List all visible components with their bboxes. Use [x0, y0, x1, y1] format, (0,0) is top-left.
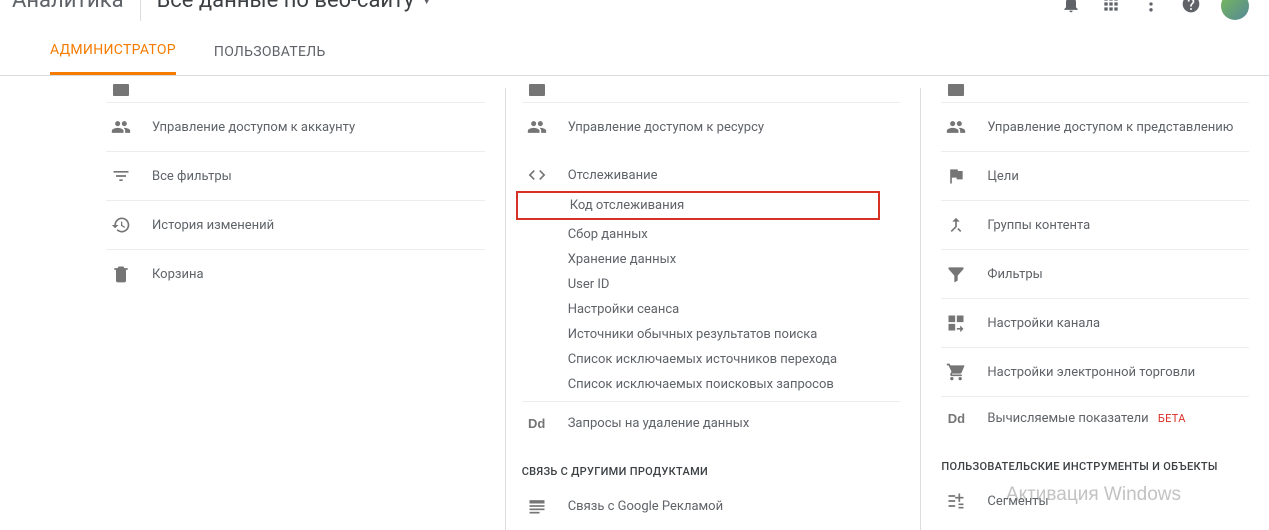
history-icon [106, 215, 136, 235]
trash-icon [106, 264, 136, 284]
vertical-divider [140, 0, 141, 21]
all-filters-item[interactable]: Все фильтры [106, 151, 485, 200]
cart-icon [941, 362, 971, 382]
change-history-item[interactable]: История изменений [106, 200, 485, 249]
dd-icon: Dd [522, 416, 552, 431]
apps-icon[interactable] [1101, 0, 1121, 18]
search-term-exclusion-item[interactable]: Список исключаемых поисковых запросов [568, 372, 901, 397]
account-access-label: Управление доступом к аккаунту [152, 120, 355, 135]
tracking-label: Отслеживание [568, 168, 658, 183]
settings-icon [113, 84, 129, 96]
segments-label: Сегменты [987, 494, 1048, 509]
calc-metrics-text: Вычисляемые показатели [987, 411, 1148, 426]
account-access-item[interactable]: Управление доступом к аккаунту [106, 102, 485, 151]
data-retention-item[interactable]: Хранение данных [568, 247, 901, 272]
view-filters-label: Фильтры [987, 267, 1042, 282]
adwords-icon [522, 496, 552, 516]
code-icon [522, 165, 552, 185]
view-selector-label[interactable]: Все данные по веб-сайту [157, 0, 415, 13]
tracking-sublist: Сбор данных Хранение данных User ID Наст… [522, 222, 901, 397]
organic-sources-item[interactable]: Источники обычных результатов поиска [568, 322, 901, 347]
settings-icon [529, 84, 545, 96]
caret-down-icon[interactable]: ▼ [420, 0, 433, 8]
data-collection-item[interactable]: Сбор данных [568, 222, 901, 247]
data-deletion-item[interactable]: Dd Запросы на удаление данных [522, 401, 901, 445]
trash-label: Корзина [152, 267, 204, 282]
session-settings-item[interactable]: Настройки сеанса [568, 297, 901, 322]
funnel-icon [941, 264, 971, 284]
adwords-link-label: Связь с Google Рекламой [568, 499, 723, 514]
property-access-item[interactable]: Управление доступом к ресурсу [522, 102, 901, 151]
property-top-cut [522, 88, 901, 102]
vert-dots-icon[interactable] [1141, 0, 1161, 18]
personal-tools-section: ПОЛЬЗОВАТЕЛЬСКИЕ ИНСТРУМЕНТЫ И ОБЪЕКТЫ [941, 440, 1249, 477]
property-access-label: Управление доступом к ресурсу [568, 120, 764, 135]
tracking-code-label: Код отслеживания [570, 198, 685, 213]
account-column: Управление доступом к аккаунту Все фильт… [106, 88, 506, 530]
goals-label: Цели [987, 169, 1018, 184]
top-bar: Аналитика Все данные по веб-сайту ▼ [0, 0, 1269, 28]
admin-columns: Управление доступом к аккаунту Все фильт… [0, 76, 1269, 530]
channel-settings-label: Настройки канала [987, 316, 1100, 331]
adwords-link-item[interactable]: Связь с Google Рекламой [522, 482, 901, 530]
calc-metrics-item[interactable]: Dd Вычисляемые показатели БЕТА [941, 396, 1249, 440]
top-right-icons [1061, 0, 1249, 20]
user-id-item[interactable]: User ID [568, 272, 901, 297]
view-access-label: Управление доступом к представлению [987, 120, 1233, 135]
people-icon [106, 117, 136, 137]
trash-item[interactable]: Корзина [106, 249, 485, 298]
ecommerce-label: Настройки электронной торговли [987, 365, 1195, 380]
view-top-cut [941, 88, 1249, 102]
data-deletion-label: Запросы на удаление данных [568, 416, 750, 431]
beta-badge: БЕТА [1158, 412, 1186, 425]
account-top-cut [106, 88, 485, 102]
product-name: Аналитика [12, 0, 124, 13]
segments-icon [941, 491, 971, 511]
channel-icon [941, 313, 971, 333]
tab-admin[interactable]: АДМИНИСТРАТОР [50, 42, 176, 75]
funnel-icon [106, 166, 136, 186]
content-groups-label: Группы контента [987, 218, 1090, 233]
merge-icon [941, 215, 971, 235]
help-icon[interactable] [1181, 0, 1201, 18]
view-access-item[interactable]: Управление доступом к представлению [941, 102, 1249, 151]
people-icon [522, 117, 552, 137]
segments-item[interactable]: Сегменты [941, 477, 1249, 525]
dd-icon: Dd [941, 411, 971, 426]
channel-settings-item[interactable]: Настройки канала [941, 298, 1249, 347]
subnav-tabs: АДМИНИСТРАТОР ПОЛЬЗОВАТЕЛЬ [0, 28, 1269, 76]
avatar[interactable] [1221, 0, 1249, 20]
view-filters-item[interactable]: Фильтры [941, 249, 1249, 298]
goals-item[interactable]: Цели [941, 151, 1249, 200]
all-filters-label: Все фильтры [152, 169, 232, 184]
tab-user[interactable]: ПОЛЬЗОВАТЕЛЬ [214, 44, 326, 74]
bell-icon[interactable] [1061, 0, 1081, 18]
people-icon [941, 117, 971, 137]
product-links-section: СВЯЗЬ С ДРУГИМИ ПРОДУКТАМИ [522, 445, 901, 482]
view-column: Управление доступом к представлению Цели… [941, 88, 1269, 530]
content-groups-item[interactable]: Группы контента [941, 200, 1249, 249]
settings-icon [948, 84, 964, 96]
referral-exclusion-item[interactable]: Список исключаемых источников перехода [568, 347, 901, 372]
ecommerce-item[interactable]: Настройки электронной торговли [941, 347, 1249, 396]
change-history-label: История изменений [152, 218, 274, 233]
flag-icon [941, 166, 971, 186]
calc-metrics-label: Вычисляемые показатели БЕТА [987, 411, 1185, 426]
property-column: Управление доступом к ресурсу Отслеживан… [522, 88, 922, 530]
tracking-code-item[interactable]: Код отслеживания [516, 191, 881, 220]
tracking-item[interactable]: Отслеживание [522, 151, 901, 191]
